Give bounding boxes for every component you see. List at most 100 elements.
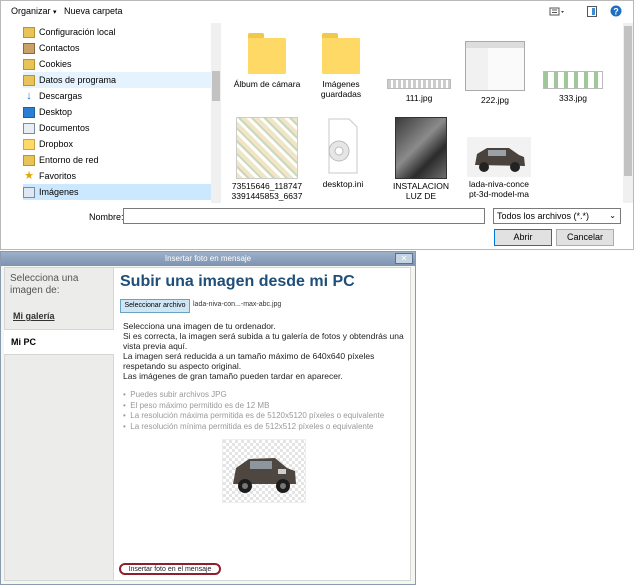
nav-item-dropbox[interactable]: Dropbox bbox=[23, 136, 211, 152]
choose-file-button[interactable]: Seleccionar archivo bbox=[120, 299, 190, 313]
nav-item-label: Imágenes bbox=[39, 187, 79, 197]
folder-icon bbox=[23, 58, 35, 70]
rule-item: Puedes subir archivos JPG bbox=[123, 390, 408, 401]
dropbox-icon bbox=[23, 138, 35, 150]
file-picker: Seleccionar archivo lada-niva-con...-max… bbox=[120, 299, 286, 313]
file-name: 222.jpg bbox=[481, 95, 509, 105]
files-pane: Álbum de cámara Imágenes guardadas 111.j… bbox=[223, 23, 621, 203]
nav-item-imagenes[interactable]: Imágenes bbox=[23, 184, 211, 200]
file-name: 111.jpg bbox=[405, 93, 433, 103]
source-title: Selecciona una imagen de: bbox=[10, 273, 79, 296]
chosen-file-name: lada-niva-con...-max-abc.jpg bbox=[193, 301, 282, 308]
my-gallery-link[interactable]: Mi galería bbox=[13, 311, 55, 321]
rule-item: La resolución mínima permitida es de 512… bbox=[123, 422, 408, 433]
insert-photo-button[interactable]: Insertar foto en el mensaje bbox=[119, 563, 221, 575]
nav-item-datos-de-programa[interactable]: Datos de programa bbox=[23, 72, 211, 88]
organize-menu-button[interactable]: Organizar ▾ bbox=[11, 6, 57, 16]
files-scrollbar-thumb[interactable] bbox=[624, 26, 632, 176]
instruction-line: Selecciona una imagen de tu ordenador. bbox=[123, 321, 276, 331]
nav-item-favoritos[interactable]: ★ Favoritos bbox=[23, 168, 211, 184]
image-thumbnail bbox=[395, 117, 447, 179]
dropdown-arrow-icon: ▾ bbox=[53, 9, 57, 16]
image-thumbnail bbox=[467, 137, 531, 177]
new-folder-button[interactable]: Nueva carpeta bbox=[64, 6, 123, 16]
nav-item-documentos[interactable]: Documentos bbox=[23, 120, 211, 136]
image-thumbnail bbox=[543, 71, 603, 89]
image-thumbnail bbox=[465, 41, 525, 91]
file-item-desktop-ini[interactable]: desktop.ini bbox=[307, 117, 379, 189]
close-icon: ✕ bbox=[400, 254, 408, 263]
file-item-lada-niva[interactable]: lada-niva-conce pt-3d-model-ma bbox=[463, 117, 535, 199]
close-button[interactable]: ✕ bbox=[395, 253, 413, 264]
file-name: INSTALACION LUZ DE bbox=[392, 181, 450, 201]
download-icon: ↓ bbox=[26, 89, 32, 102]
file-item-instalacion-luz[interactable]: INSTALACION LUZ DE bbox=[385, 117, 457, 201]
nav-item-label: Dropbox bbox=[39, 139, 74, 149]
nav-item-desktop[interactable]: Desktop bbox=[23, 104, 211, 120]
file-name: desktop.ini bbox=[322, 179, 364, 189]
instruction-line: Las imágenes de gran tamaño pueden tarda… bbox=[123, 371, 343, 381]
cancel-button[interactable]: Cancelar bbox=[556, 229, 614, 246]
help-icon[interactable]: ? bbox=[610, 5, 622, 17]
upload-rules: Puedes subir archivos JPG El peso máximo… bbox=[123, 390, 408, 432]
nav-item-label: Cookies bbox=[39, 59, 72, 69]
file-name: lada-niva-conce pt-3d-model-ma bbox=[468, 179, 529, 199]
nav-item-label: Favoritos bbox=[39, 171, 77, 181]
nav-item-entorno-de-red[interactable]: Entorno de red bbox=[23, 152, 211, 168]
image-preview bbox=[222, 439, 306, 503]
settings-file-icon bbox=[328, 118, 358, 174]
nav-item-label: Contactos bbox=[39, 43, 80, 53]
desktop-icon bbox=[23, 106, 35, 118]
svg-text:?: ? bbox=[613, 7, 619, 17]
nav-item-descargas[interactable]: ↓ Descargas bbox=[23, 88, 211, 104]
instruction-line: La imagen será reducida a un tamaño máxi… bbox=[123, 351, 375, 371]
image-thumbnail bbox=[387, 79, 451, 89]
folder-icon bbox=[322, 33, 360, 75]
car-preview-image bbox=[223, 440, 305, 502]
file-type-select[interactable]: Todos los archivos (*.*) ⌄ bbox=[493, 208, 621, 224]
window-titlebar: Insertar foto en mensaje ✕ bbox=[1, 252, 415, 266]
nav-item-label: Documentos bbox=[39, 123, 90, 133]
rule-item: La resolución máxima permitida es de 512… bbox=[123, 411, 408, 422]
upload-instructions: Selecciona una imagen de tu ordenador. S… bbox=[123, 321, 408, 381]
nav-scrollbar[interactable] bbox=[211, 23, 221, 203]
file-item-album-de-camara[interactable]: Álbum de cámara bbox=[231, 25, 303, 89]
file-item-imagenes-guardadas[interactable]: Imágenes guardadas bbox=[305, 25, 377, 99]
folder-icon bbox=[23, 74, 35, 86]
nav-item-label: Configuración local bbox=[39, 27, 116, 37]
open-button[interactable]: Abrir bbox=[494, 229, 552, 246]
file-open-dialog: Organizar ▾ Nueva carpeta ? Configuració… bbox=[0, 0, 634, 250]
file-name: 73515646_118747 3391445853_6637 bbox=[231, 181, 303, 201]
instruction-line: Si es correcta, la imagen será subida a … bbox=[123, 331, 404, 351]
nav-item-configuracion-local[interactable]: Configuración local bbox=[23, 24, 211, 40]
preview-pane-icon[interactable] bbox=[587, 6, 597, 17]
nav-item-contactos[interactable]: Contactos bbox=[23, 40, 211, 56]
file-item-73515646[interactable]: 73515646_118747 3391445853_6637 bbox=[231, 117, 303, 201]
file-item-222-jpg[interactable]: 222.jpg bbox=[459, 25, 531, 105]
filename-input[interactable] bbox=[123, 208, 485, 224]
my-pc-tab[interactable]: Mi PC bbox=[4, 329, 114, 355]
file-name: Imágenes guardadas bbox=[320, 79, 362, 99]
rule-item: El peso máximo permitido es de 12 MB bbox=[123, 401, 408, 412]
nav-item-label: Datos de programa bbox=[39, 75, 117, 85]
dialog-toolbar: Organizar ▾ Nueva carpeta ? bbox=[1, 1, 633, 23]
organize-label: Organizar bbox=[11, 6, 51, 16]
gear-folder-icon bbox=[23, 26, 35, 38]
documents-icon bbox=[23, 122, 35, 134]
file-item-111-jpg[interactable]: 111.jpg bbox=[383, 25, 455, 103]
file-name: Álbum de cámara bbox=[233, 79, 301, 89]
network-folder-icon bbox=[23, 154, 35, 166]
file-type-value: Todos los archivos (*.*) bbox=[497, 211, 590, 221]
upload-heading: Subir una imagen desde mi PC bbox=[120, 273, 355, 290]
nav-scrollbar-thumb[interactable] bbox=[212, 71, 220, 101]
nav-item-label: Desktop bbox=[39, 107, 73, 117]
folder-icon bbox=[248, 33, 286, 75]
chevron-down-icon: ⌄ bbox=[609, 211, 616, 220]
filename-label: Nombre: bbox=[89, 212, 124, 222]
file-item-333-jpg[interactable]: 333.jpg bbox=[537, 25, 609, 103]
window-title: Insertar foto en mensaje bbox=[164, 254, 252, 263]
nav-item-label: Descargas bbox=[39, 91, 83, 101]
view-options-icon[interactable] bbox=[549, 7, 565, 17]
pictures-icon bbox=[23, 186, 35, 198]
nav-item-cookies[interactable]: Cookies bbox=[23, 56, 211, 72]
